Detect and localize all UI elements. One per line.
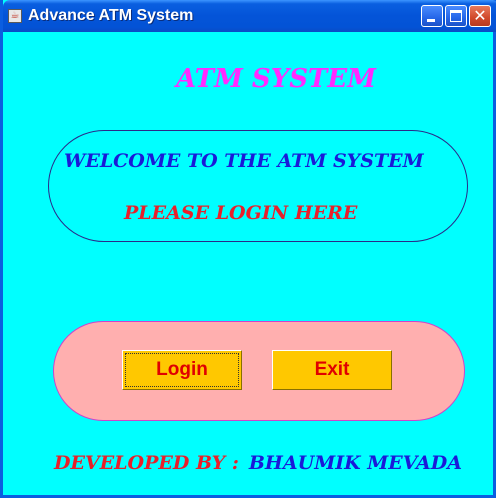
developer-credit: DEVELOPED BY : BHAUMIK MEVADA (54, 452, 462, 474)
welcome-panel (48, 130, 468, 242)
title-bar[interactable]: ☕ Advance ATM System ✕ (3, 0, 496, 32)
minimize-button[interactable] (421, 5, 443, 27)
login-button[interactable]: Login (122, 350, 242, 390)
maximize-icon (450, 10, 462, 22)
close-icon: ✕ (473, 6, 487, 25)
app-window: ☕ Advance ATM System ✕ ATM SYSTEM WELCOM… (0, 0, 496, 498)
developer-name: BHAUMIK MEVADA (248, 452, 462, 474)
button-panel (53, 321, 465, 421)
welcome-message: WELCOME TO THE ATM SYSTEM (64, 150, 424, 172)
minimize-icon (427, 19, 435, 22)
exit-button[interactable]: Exit (272, 350, 392, 390)
close-button[interactable]: ✕ (469, 5, 491, 27)
java-cup-icon: ☕ (8, 9, 22, 23)
page-title: ATM SYSTEM (176, 64, 376, 94)
developed-by-label: DEVELOPED BY : (54, 452, 239, 474)
maximize-button[interactable] (445, 5, 467, 27)
login-hint: PLEASE LOGIN HERE (124, 202, 358, 224)
window-title: Advance ATM System (28, 7, 194, 24)
content-pane: ATM SYSTEM WELCOME TO THE ATM SYSTEM PLE… (6, 32, 496, 495)
